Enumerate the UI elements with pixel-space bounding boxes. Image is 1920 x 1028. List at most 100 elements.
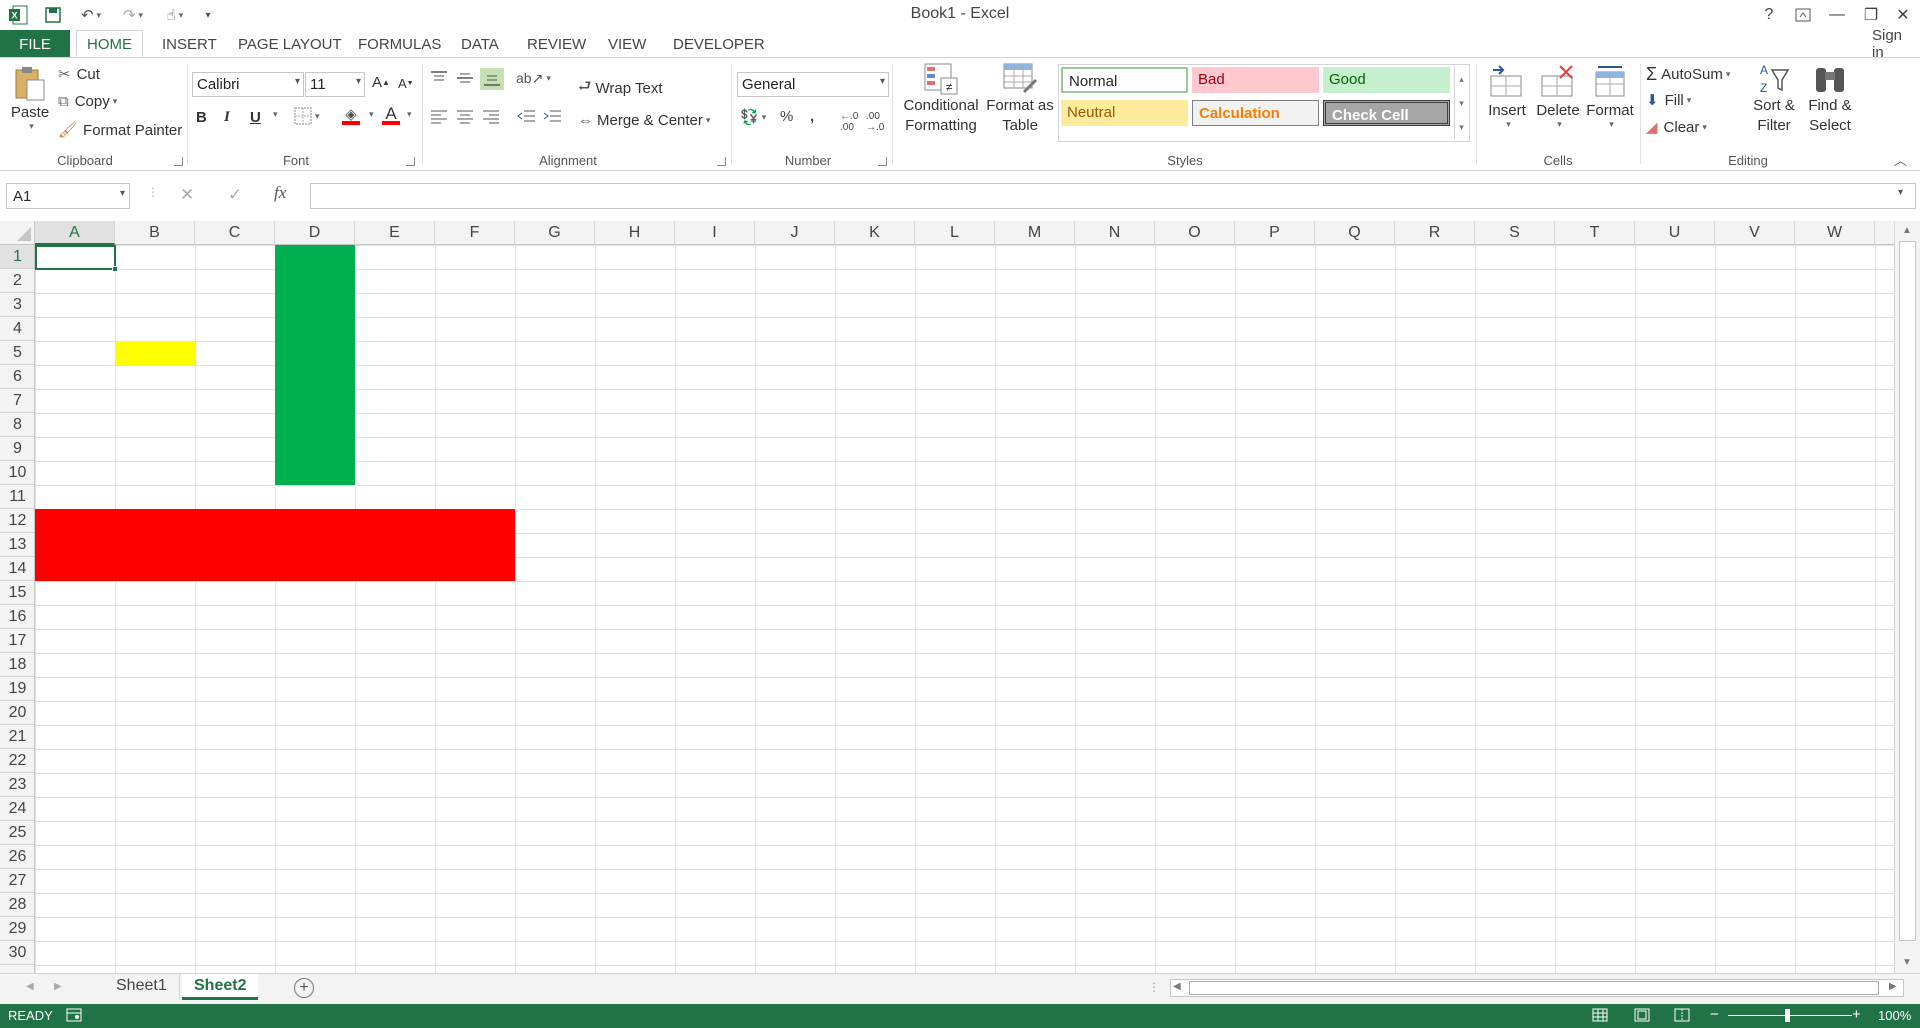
next-sheet-icon[interactable]: ▶	[54, 981, 62, 992]
row-header-7[interactable]: 7	[0, 389, 34, 413]
orientation-icon[interactable]: ab↗ ▾	[516, 70, 551, 87]
row-header-12[interactable]: 12	[0, 509, 34, 533]
zoom-slider-thumb[interactable]	[1785, 1009, 1790, 1022]
column-header-k[interactable]: K	[835, 221, 915, 245]
row-header-17[interactable]: 17	[0, 629, 34, 653]
horizontal-scrollbar[interactable]: ◀ ▶	[1170, 979, 1904, 997]
row-header-28[interactable]: 28	[0, 893, 34, 917]
style-good[interactable]: Good	[1323, 67, 1450, 93]
page-break-view-icon[interactable]	[1674, 1008, 1690, 1025]
fill-color-dropdown-icon[interactable]: ▾	[366, 109, 374, 120]
restore-icon[interactable]: ❐	[1854, 2, 1888, 28]
row-header-1[interactable]: 1	[0, 245, 34, 269]
style-neutral[interactable]: Neutral	[1061, 100, 1188, 126]
sheet-tab-sheet1[interactable]: Sheet1	[104, 974, 180, 1000]
name-box[interactable]: A1 ▾	[6, 183, 130, 209]
font-name-combo[interactable]: Calibri ▾	[192, 72, 304, 97]
merge-center-button[interactable]: ⇔ Merge & Center ▾	[578, 112, 710, 129]
sort-filter-button[interactable]: AZ Sort & Filter	[1748, 62, 1800, 136]
zoom-in-icon[interactable]: +	[1852, 1006, 1861, 1023]
page-layout-view-icon[interactable]	[1634, 1008, 1650, 1025]
row-header-9[interactable]: 9	[0, 437, 34, 461]
font-size-combo[interactable]: 11 ▾	[305, 72, 365, 97]
bold-button[interactable]: B	[196, 109, 207, 126]
row-header-22[interactable]: 22	[0, 749, 34, 773]
style-bad[interactable]: Bad	[1192, 67, 1319, 93]
select-all-corner[interactable]	[0, 221, 35, 245]
increase-indent-icon[interactable]	[542, 108, 562, 124]
row-header-4[interactable]: 4	[0, 317, 34, 341]
column-header-p[interactable]: P	[1235, 221, 1315, 245]
font-launcher-icon[interactable]	[406, 157, 415, 166]
format-painter-button[interactable]: 🖌 Format Painter	[58, 121, 182, 140]
scroll-right-icon[interactable]: ▶	[1889, 981, 1897, 992]
enter-icon[interactable]: ✓	[228, 185, 242, 205]
align-top-icon[interactable]	[430, 70, 448, 86]
column-header-m[interactable]: M	[995, 221, 1075, 245]
clear-button[interactable]: ◢ Clear ▾	[1646, 118, 1707, 137]
column-header-q[interactable]: Q	[1315, 221, 1395, 245]
comma-style-button[interactable]: ,	[810, 108, 814, 125]
row-header-20[interactable]: 20	[0, 701, 34, 725]
column-header-t[interactable]: T	[1555, 221, 1635, 245]
column-header-s[interactable]: S	[1475, 221, 1555, 245]
close-icon[interactable]: ✕	[1886, 2, 1920, 28]
column-header-w[interactable]: W	[1795, 221, 1875, 245]
column-header-b[interactable]: B	[115, 221, 195, 245]
row-header-3[interactable]: 3	[0, 293, 34, 317]
cut-button[interactable]: ✂ Cut	[58, 65, 100, 84]
underline-dropdown-icon[interactable]: ▾	[270, 109, 278, 120]
delete-cells-button[interactable]: Delete ▾	[1532, 64, 1584, 130]
gallery-scroll-icon[interactable]: ▴ ▾ ▾	[1454, 67, 1468, 139]
sheet-tab-sheet2[interactable]: Sheet2	[182, 974, 259, 1000]
number-launcher-icon[interactable]	[878, 157, 887, 166]
align-middle-icon[interactable]	[456, 70, 474, 86]
row-header-14[interactable]: 14	[0, 557, 34, 581]
fill-color-icon[interactable]: ◈	[342, 105, 360, 125]
filled-range[interactable]	[275, 245, 355, 485]
wrap-text-button[interactable]: ⮐ Wrap Text	[578, 76, 663, 101]
macro-record-icon[interactable]	[66, 1008, 82, 1025]
paste-button[interactable]: Paste ▾	[8, 66, 52, 146]
shrink-font-icon[interactable]: A ▼	[398, 76, 414, 91]
tab-page-layout[interactable]: PAGE LAYOUT	[228, 30, 352, 58]
borders-icon[interactable]: ▾	[294, 107, 320, 125]
row-header-2[interactable]: 2	[0, 269, 34, 293]
row-header-6[interactable]: 6	[0, 365, 34, 389]
zoom-out-icon[interactable]: −	[1710, 1006, 1719, 1023]
column-header-j[interactable]: J	[755, 221, 835, 245]
row-header-23[interactable]: 23	[0, 773, 34, 797]
row-header-30[interactable]: 30	[0, 941, 34, 965]
align-right-icon[interactable]	[482, 108, 500, 124]
column-header-a[interactable]: A	[35, 221, 115, 245]
insert-function-button[interactable]: fx	[274, 183, 286, 203]
row-header-16[interactable]: 16	[0, 605, 34, 629]
column-header-l[interactable]: L	[915, 221, 995, 245]
prev-sheet-icon[interactable]: ◀	[26, 981, 34, 992]
row-header-25[interactable]: 25	[0, 821, 34, 845]
decrease-decimal-icon[interactable]: .00 →.0	[866, 111, 884, 133]
scroll-up-icon[interactable]: ▲	[1902, 225, 1912, 236]
tab-review[interactable]: REVIEW	[517, 30, 596, 58]
underline-button[interactable]: U	[250, 109, 261, 126]
row-header-21[interactable]: 21	[0, 725, 34, 749]
row-header-5[interactable]: 5	[0, 341, 34, 365]
column-header-h[interactable]: H	[595, 221, 675, 245]
find-select-button[interactable]: Find & Select	[1802, 62, 1858, 136]
align-bottom-icon[interactable]	[480, 68, 504, 90]
align-center-icon[interactable]	[456, 108, 474, 124]
row-header-19[interactable]: 19	[0, 677, 34, 701]
font-color-dropdown-icon[interactable]: ▾	[404, 109, 412, 120]
style-calculation[interactable]: Calculation	[1192, 100, 1319, 126]
decrease-indent-icon[interactable]	[516, 108, 536, 124]
format-as-table-button[interactable]: Format as Table	[984, 62, 1056, 136]
cancel-icon[interactable]: ✕	[180, 185, 194, 205]
grow-font-icon[interactable]: A ▲	[372, 74, 390, 91]
tab-formulas[interactable]: FORMULAS	[348, 30, 451, 58]
cell-area[interactable]	[35, 245, 1894, 973]
filled-range[interactable]	[35, 509, 515, 581]
column-header-o[interactable]: O	[1155, 221, 1235, 245]
tab-view[interactable]: VIEW	[598, 30, 656, 58]
normal-view-icon[interactable]	[1592, 1008, 1608, 1025]
fill-button[interactable]: ⬇ Fill ▾	[1646, 91, 1691, 110]
